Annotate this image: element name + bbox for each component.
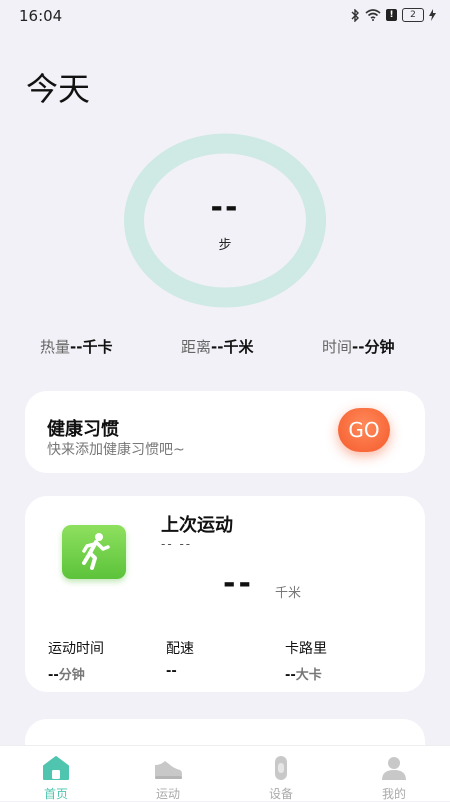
time-label: 时间 xyxy=(322,338,353,356)
last-sport-distance: -- xyxy=(223,566,254,601)
health-habit-card[interactable]: 健康习惯 快来添加健康习惯吧~ GO xyxy=(25,391,425,473)
tab-home[interactable]: 首页 xyxy=(0,746,112,801)
shoe-icon xyxy=(155,761,182,779)
steps-unit: 步 xyxy=(218,238,232,253)
tab-label: 首页 xyxy=(43,787,68,801)
charging-icon xyxy=(429,9,436,21)
tab-label: 我的 xyxy=(381,787,406,801)
calories-stat: 热量--千卡 xyxy=(40,336,112,357)
distance-value: --千米 xyxy=(211,338,254,356)
tab-label: 运动 xyxy=(155,787,180,801)
home-icon xyxy=(43,756,69,780)
status-icons: ! 2 xyxy=(351,8,436,22)
page-title: 今天 xyxy=(26,70,91,108)
bottom-tab-bar: 首页 运动 设备 我的 xyxy=(0,745,450,801)
status-time: 16:04 xyxy=(19,7,63,25)
last-sport-card[interactable]: 上次运动 -- -- -- 千米 运动时间 --分钟 配速 -- 卡路里 --大… xyxy=(25,496,425,692)
tab-profile[interactable]: 我的 xyxy=(338,746,450,801)
running-icon xyxy=(62,525,126,579)
wifi-icon xyxy=(365,9,381,21)
last-sport-distance-unit: 千米 xyxy=(275,586,302,601)
metric-label: 运动时间 xyxy=(48,641,104,657)
metric-calories: 卡路里 --大卡 xyxy=(285,638,327,683)
user-icon xyxy=(382,757,406,780)
last-sport-date: -- -- xyxy=(161,537,193,551)
metric-value: --分钟 xyxy=(48,668,85,683)
calories-value: --千卡 xyxy=(70,338,113,356)
metric-label: 配速 xyxy=(166,641,194,657)
steps-value: -- xyxy=(210,190,240,225)
last-sport-title: 上次运动 xyxy=(161,515,233,536)
go-button[interactable]: GO xyxy=(338,408,390,452)
metric-value: -- xyxy=(166,664,177,679)
alert-icon: ! xyxy=(386,9,397,21)
distance-stat: 距离--千米 xyxy=(181,336,253,357)
tab-sport[interactable]: 运动 xyxy=(112,746,224,801)
tab-device[interactable]: 设备 xyxy=(225,746,337,801)
time-stat: 时间--分钟 xyxy=(322,336,394,357)
metric-value: --大卡 xyxy=(285,668,322,683)
band-icon xyxy=(275,756,287,780)
bluetooth-icon xyxy=(351,8,359,22)
status-bar: 16:04 ! 2 xyxy=(0,0,450,34)
metric-pace: 配速 -- xyxy=(166,638,194,679)
tab-label: 设备 xyxy=(268,787,293,801)
time-value: --分钟 xyxy=(352,338,395,356)
calories-label: 热量 xyxy=(40,338,71,356)
metric-label: 卡路里 xyxy=(285,641,327,657)
distance-label: 距离 xyxy=(181,338,212,356)
habit-title: 健康习惯 xyxy=(47,419,119,440)
metric-duration: 运动时间 --分钟 xyxy=(48,638,104,683)
habit-subtitle: 快来添加健康习惯吧~ xyxy=(47,442,185,458)
battery-icon: 2 xyxy=(402,8,424,22)
